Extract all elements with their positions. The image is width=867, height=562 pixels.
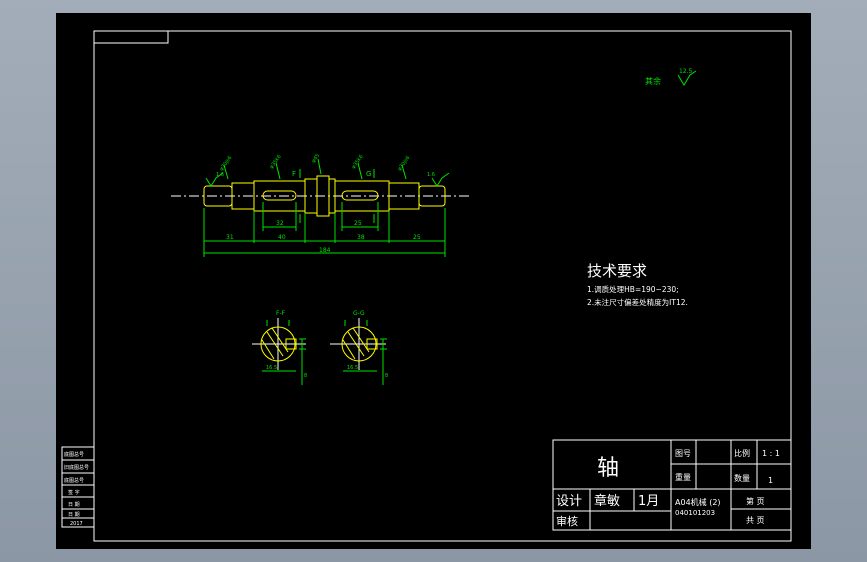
roughness-note: 其余 bbox=[645, 76, 661, 86]
svg-text:φ35k6: φ35k6 bbox=[269, 154, 283, 170]
design-date: 1月 bbox=[638, 494, 659, 509]
drawing-no-label: 图号 bbox=[675, 449, 691, 458]
dim-d6: 25 bbox=[413, 234, 421, 241]
drawing-canvas: 其余 12.5 F G 1.6 1.6 φ30js6 φ35k6 φ45 φ35… bbox=[61, 30, 792, 542]
svg-text:签 字: 签 字 bbox=[68, 489, 80, 496]
dim-total: 184 bbox=[319, 247, 331, 254]
tech-requirements-title: 技术要求 bbox=[587, 262, 647, 280]
svg-text:16.5: 16.5 bbox=[347, 365, 358, 371]
student-number: 040101203 bbox=[675, 509, 715, 517]
qty-value: 1 bbox=[768, 476, 773, 485]
scale-value: 1 : 1 bbox=[762, 449, 780, 458]
svg-text:8: 8 bbox=[385, 373, 388, 379]
svg-text:φ30js6: φ30js6 bbox=[397, 155, 412, 172]
svg-text:底图总号: 底图总号 bbox=[64, 477, 84, 484]
designer-name: 章敏 bbox=[594, 493, 620, 509]
dim-d1: 31 bbox=[226, 234, 234, 241]
review-label: 审核 bbox=[556, 514, 578, 528]
corner-stamp-box bbox=[93, 30, 169, 44]
tolerance-callouts: φ30js6 φ35k6 φ45 φ35k6 φ30js6 bbox=[219, 153, 412, 180]
section-view-f: F-F 16.5 8 bbox=[252, 310, 307, 385]
section-view-g: G-G 16.5 8 bbox=[330, 310, 388, 385]
svg-text:F: F bbox=[292, 170, 296, 178]
roughness-value: 12.5 bbox=[679, 68, 693, 75]
side-stamp: 底图总号 旧底图总号 底图总号 签 字 日 期 日 期 2017 bbox=[61, 446, 95, 528]
qty-label: 数量 bbox=[734, 473, 750, 483]
total-sheets-label: 共 页 bbox=[746, 516, 765, 525]
svg-text:日 期: 日 期 bbox=[68, 512, 80, 518]
sheet-label: 第 页 bbox=[746, 496, 765, 506]
svg-text:φ45: φ45 bbox=[311, 153, 321, 164]
roughness-left-value: 1.6 bbox=[216, 172, 224, 178]
dim-d3: 32 bbox=[276, 220, 284, 227]
scale-label: 比例 bbox=[734, 448, 750, 458]
svg-text:F-F: F-F bbox=[276, 310, 286, 317]
roughness-right-value: 1.6 bbox=[427, 172, 435, 178]
svg-text:8: 8 bbox=[304, 373, 307, 379]
svg-text:φ30js6: φ30js6 bbox=[219, 155, 234, 172]
dim-d2: 40 bbox=[278, 234, 286, 241]
svg-text:G: G bbox=[366, 170, 371, 178]
weight-label: 重量 bbox=[675, 472, 691, 482]
svg-text:日 期: 日 期 bbox=[68, 502, 80, 508]
drawing-sheet: 其余 12.5 F G 1.6 1.6 φ30js6 φ35k6 φ45 φ35… bbox=[56, 13, 811, 549]
svg-text:G-G: G-G bbox=[353, 310, 365, 317]
svg-text:旧底图总号: 旧底图总号 bbox=[64, 464, 89, 471]
tech-line-1: 1.调质处理HB=190~230; bbox=[587, 284, 679, 294]
svg-text:φ35k6: φ35k6 bbox=[351, 154, 365, 170]
class-line: A04机械 (2) bbox=[675, 497, 721, 507]
design-label: 设计 bbox=[556, 494, 582, 509]
part-name: 轴 bbox=[597, 456, 619, 481]
dim-d5: 38 bbox=[357, 234, 365, 241]
cad-viewport[interactable]: 其余 12.5 F G 1.6 1.6 φ30js6 φ35k6 φ45 φ35… bbox=[0, 0, 867, 562]
dim-d4: 25 bbox=[354, 220, 362, 227]
svg-text:16.5: 16.5 bbox=[266, 365, 277, 371]
svg-text:2017: 2017 bbox=[70, 521, 83, 527]
tech-line-2: 2.未注尺寸偏差处精度为IT12. bbox=[587, 297, 688, 307]
svg-text:底图总号: 底图总号 bbox=[64, 451, 84, 458]
